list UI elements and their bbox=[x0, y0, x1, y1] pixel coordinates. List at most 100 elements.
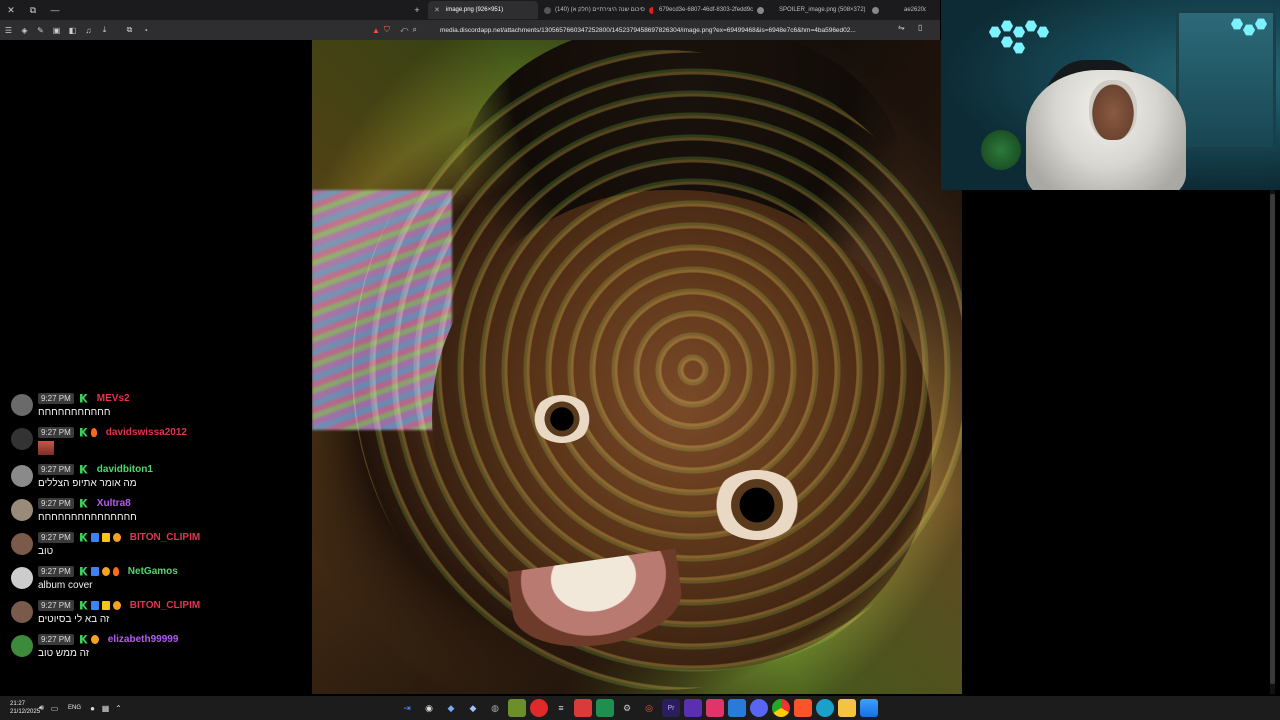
clock-date: 21/12/2025 bbox=[10, 709, 41, 715]
message-meta: 9:27 PM BITON_CLIPIM bbox=[38, 527, 300, 545]
restore-window-icon[interactable]: ⧉ bbox=[22, 0, 44, 20]
chrome-app-icon[interactable] bbox=[772, 699, 790, 717]
coin-badge-icon bbox=[112, 532, 121, 542]
message-username[interactable]: elizabeth99999 bbox=[108, 634, 179, 645]
new-tab-icon[interactable]: + bbox=[406, 0, 428, 20]
kick-badge-icon bbox=[79, 600, 88, 610]
message-timestamp: 9:27 PM bbox=[38, 633, 74, 645]
microphone-icon[interactable]: ● bbox=[87, 700, 98, 716]
tab-spoiler-image[interactable]: SPOILER_image.png (508×372) bbox=[773, 1, 898, 19]
kick-badge-icon bbox=[79, 498, 88, 508]
kick-badge-icon bbox=[79, 393, 88, 403]
start-icon[interactable] bbox=[860, 699, 878, 717]
network-icon[interactable]: ▭ bbox=[49, 700, 60, 716]
close-tab-icon[interactable]: ✕ bbox=[434, 6, 440, 14]
settings-app-icon[interactable]: ⚙ bbox=[618, 699, 636, 717]
premiere-app-icon[interactable]: Pr bbox=[662, 699, 680, 717]
user-avatar[interactable] bbox=[11, 465, 33, 487]
user-avatar[interactable] bbox=[11, 499, 33, 521]
show-hidden-icons[interactable]: ⌃ bbox=[113, 700, 124, 716]
user-avatar[interactable] bbox=[11, 394, 33, 416]
download-icon[interactable]: ⤓ bbox=[97, 23, 112, 38]
tray-app-icon[interactable]: ▦ bbox=[100, 700, 111, 716]
menu-icon[interactable]: ☰ bbox=[1, 23, 16, 38]
brave-rewards-icon[interactable]: ▲ bbox=[372, 26, 380, 35]
tab-image-uuid[interactable]: 679ecd3e-6807-46df-8303-2fedd9c bbox=[653, 1, 773, 19]
folder-green-app-icon[interactable] bbox=[508, 699, 526, 717]
obs-app-icon[interactable]: ◉ bbox=[420, 699, 438, 717]
address-bar-icons: ▲ ⛉ ⤺ ⌕ bbox=[372, 22, 417, 38]
list-app-icon[interactable]: ≡ bbox=[552, 699, 570, 717]
taskbar-apps: ⇥ ◉ ◆ ◆ ◍ ≡ ⚙ ◎ Pr bbox=[398, 698, 882, 718]
message-username[interactable]: Xultra8 bbox=[97, 498, 131, 509]
blue-app-icon[interactable] bbox=[728, 699, 746, 717]
discord-app-icon[interactable] bbox=[750, 699, 768, 717]
message-text: חחחחחחחחחחח bbox=[38, 407, 111, 418]
image-viewer[interactable] bbox=[312, 40, 962, 694]
url-field[interactable]: media.discordapp.net/attachments/1305657… bbox=[440, 22, 895, 38]
arrow-app-icon[interactable]: ⇥ bbox=[398, 699, 416, 717]
message-meta: 9:27 PM BITON_CLIPIM bbox=[38, 595, 300, 613]
message-username[interactable]: BITON_CLIPIM bbox=[130, 532, 200, 543]
screen: ✕ ⧉ — + ✕ image.png (926×951) סיכום שנה … bbox=[0, 0, 1280, 720]
tab-ae2620de[interactable]: ae2620de bbox=[898, 1, 926, 19]
message-username[interactable]: NetGamos bbox=[128, 566, 178, 577]
sidebar-icon[interactable]: ◧ bbox=[65, 23, 80, 38]
webcam-overlay bbox=[941, 0, 1280, 190]
purple-app-icon[interactable] bbox=[684, 699, 702, 717]
scrollbar-thumb[interactable] bbox=[1270, 194, 1275, 684]
tab-label: image.png (926×951) bbox=[445, 7, 504, 13]
message-timestamp: 9:27 PM bbox=[38, 531, 74, 543]
screenshot-icon[interactable]: ▣ bbox=[49, 23, 64, 38]
user-avatar[interactable] bbox=[11, 533, 33, 555]
mute-icon[interactable] bbox=[544, 6, 551, 14]
user-avatar[interactable] bbox=[11, 567, 33, 589]
red-app-icon[interactable] bbox=[530, 699, 548, 717]
record-app-icon[interactable]: ◎ bbox=[640, 699, 658, 717]
edit-icon[interactable]: ✎ bbox=[33, 23, 48, 38]
webcam-window bbox=[1176, 10, 1276, 150]
back-icon[interactable]: ⤺ bbox=[400, 25, 409, 35]
shield-icon[interactable]: ◈ bbox=[17, 23, 32, 38]
gift-badge-icon bbox=[90, 566, 99, 576]
chat-panel: 9:27 PM MEVs2 חחחחחחחחחחח 9:27 PM davidswiss… bbox=[0, 388, 300, 663]
file-explorer-app-icon[interactable] bbox=[838, 699, 856, 717]
user-avatar[interactable] bbox=[11, 635, 33, 657]
windows-taskbar: 21:27 21/12/2025 🔊︎ ▭ ENG ● ▦ ⌃ ⇥ ◉ ◆ ◆ … bbox=[0, 696, 1280, 720]
diamond2-app-icon[interactable]: ◆ bbox=[464, 699, 482, 717]
image-left-eye bbox=[532, 395, 592, 443]
red-square-app-icon[interactable] bbox=[574, 699, 592, 717]
tab-status-icon bbox=[871, 6, 879, 14]
chat-message: 9:27 PM BITON_CLIPIM טוב bbox=[0, 527, 300, 561]
circle-app-icon[interactable]: ◍ bbox=[486, 699, 504, 717]
brave-app-icon[interactable] bbox=[794, 699, 812, 717]
music-icon[interactable]: ♫ bbox=[81, 23, 96, 38]
search-icon[interactable]: ⌕ bbox=[412, 25, 416, 35]
share-icon[interactable]: ⇋ bbox=[898, 23, 905, 32]
user-avatar[interactable] bbox=[11, 601, 33, 623]
message-username[interactable]: BITON_CLIPIM bbox=[130, 600, 200, 611]
webcam-streamer-head bbox=[1089, 80, 1137, 140]
tab-video[interactable]: סיכום שנה היצירתיים (חלק א) (140) bbox=[538, 1, 653, 19]
message-username[interactable]: davidswissa2012 bbox=[106, 427, 187, 438]
tab-image-png[interactable]: ✕ image.png (926×951) bbox=[428, 1, 538, 19]
history-icon[interactable]: ◔ bbox=[138, 23, 153, 38]
taskbar-clock[interactable]: 21:27 21/12/2025 bbox=[0, 700, 41, 716]
music-app-icon[interactable] bbox=[706, 699, 724, 717]
extensions-icon[interactable]: ⧉ bbox=[122, 23, 137, 38]
volume-icon[interactable]: 🔊︎ bbox=[36, 700, 47, 716]
message-username[interactable]: MEVs2 bbox=[97, 393, 130, 404]
message-username[interactable]: davidbiton1 bbox=[97, 464, 153, 475]
page-scrollbar[interactable] bbox=[1270, 190, 1275, 694]
bookmark-icon[interactable]: ▯ bbox=[918, 23, 922, 32]
user-avatar[interactable] bbox=[11, 428, 33, 450]
excel-app-icon[interactable] bbox=[596, 699, 614, 717]
brave-shield-icon[interactable]: ⛉ bbox=[384, 25, 390, 35]
language-indicator[interactable]: ENG bbox=[68, 705, 81, 711]
close-window-icon[interactable]: ✕ bbox=[0, 0, 22, 20]
minimize-window-icon[interactable]: — bbox=[44, 0, 66, 20]
diamond-app-icon[interactable]: ◆ bbox=[442, 699, 460, 717]
edge-app-icon[interactable] bbox=[816, 699, 834, 717]
chat-message: 9:27 PM davidswissa2012 bbox=[0, 422, 300, 455]
webcam-light-panel bbox=[1001, 36, 1013, 48]
